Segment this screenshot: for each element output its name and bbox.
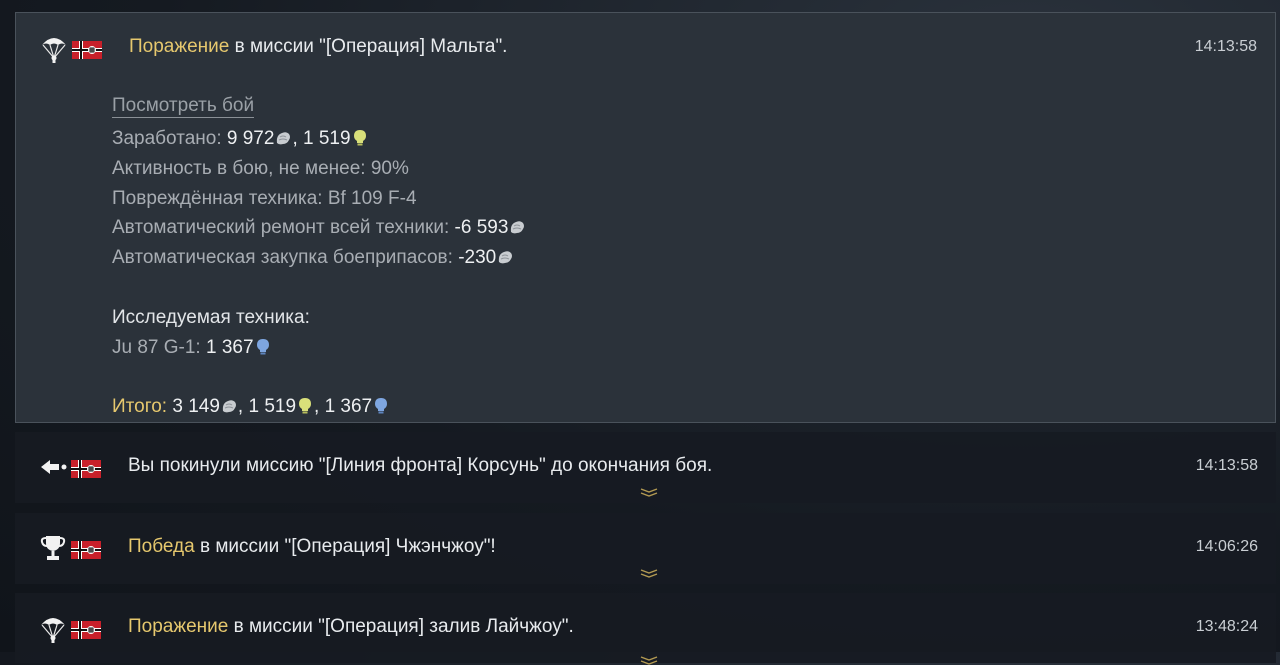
entry-icons	[39, 452, 103, 482]
silver-lions-icon	[508, 218, 526, 236]
trophy-icon	[39, 533, 67, 563]
convertible-research-icon	[254, 338, 272, 356]
mission-text: в миссии "[Операция] Мальта".	[229, 36, 508, 57]
entry-header[interactable]: Поражение в миссии "[Операция] Мальта". …	[16, 13, 1275, 83]
earned-rp: 1 519	[303, 128, 351, 149]
entry-icons	[39, 533, 103, 563]
expand-chevron-icon[interactable]	[638, 487, 660, 497]
germany-flag-icon	[71, 541, 101, 559]
research-points-icon	[296, 397, 314, 415]
parachute-icon	[40, 33, 68, 63]
entry-details: Посмотреть бой Заработано: 9 972, 1 519 …	[112, 91, 526, 422]
entry-header[interactable]: Поражение в миссии "[Операция] залив Лай…	[15, 593, 1276, 663]
research-line: Ju 87 G-1: 1 367	[112, 333, 526, 363]
research-vehicle: Ju 87 G-1:	[112, 336, 206, 358]
germany-flag-icon	[71, 460, 101, 478]
battle-log-entry[interactable]: Победа в миссии "[Операция] Чжэнчжоу"! 1…	[15, 513, 1276, 584]
earned-silver: 9 972	[226, 128, 275, 149]
entry-title: Поражение в миссии "[Операция] залив Лай…	[128, 616, 574, 638]
ammo-label: Автоматическая закупка боеприпасов:	[112, 247, 459, 269]
entry-title: Поражение в миссии "[Операция] Мальта".	[129, 36, 507, 58]
research-title: Исследуемая техника:	[112, 306, 310, 328]
entry-title: Победа в миссии "[Операция] Чжэнчжоу"!	[128, 536, 496, 558]
research-value: 1 367	[206, 336, 254, 358]
entry-time: 13:48:24	[1195, 618, 1258, 635]
parachute-icon	[39, 613, 67, 643]
battle-log-entry[interactable]: Поражение в миссии "[Операция] залив Лай…	[15, 593, 1276, 663]
battle-log-entry[interactable]: Вы покинули миссию "[Линия фронта] Корсу…	[15, 432, 1276, 503]
leave-arrow-icon	[39, 452, 67, 482]
mission-text: Вы покинули миссию "[Линия фронта] Корсу…	[128, 455, 713, 476]
ammo-value: -230	[458, 247, 497, 269]
repair-value: -6 593	[454, 217, 509, 239]
total-sep1: ,	[237, 396, 249, 418]
entry-time: 14:13:58	[1195, 457, 1258, 474]
repair-label: Автоматический ремонт всей техники:	[112, 217, 455, 239]
research-points-icon	[351, 129, 369, 147]
activity-line: Активность в бою, не менее: 90%	[112, 157, 409, 179]
total-label: Итого:	[112, 396, 173, 418]
convertible-research-icon	[372, 397, 390, 415]
entry-time: 14:06:26	[1195, 538, 1258, 555]
silver-lions-icon	[220, 397, 238, 415]
silver-lions-icon	[496, 248, 514, 266]
germany-flag-icon	[71, 621, 101, 639]
entry-title: Вы покинули миссию "[Линия фронта] Корсу…	[128, 455, 712, 477]
repair-line: Автоматический ремонт всей техники: -6 5…	[112, 213, 526, 243]
germany-flag-icon	[72, 41, 102, 59]
entry-icons	[39, 613, 103, 643]
earned-label: Заработано:	[112, 128, 227, 149]
expand-chevron-icon[interactable]	[638, 568, 660, 578]
result-label: Поражение	[129, 36, 230, 57]
mission-text: в миссии "[Операция] залив Лайчжоу".	[228, 616, 574, 637]
entry-icons	[40, 33, 104, 63]
total-crp: 1 367	[324, 396, 373, 418]
silver-lions-icon	[274, 129, 292, 147]
total-line: Итого: 3 149, 1 519, 1 367	[112, 392, 526, 422]
result-label: Победа	[128, 536, 195, 557]
result-label: Поражение	[128, 616, 229, 637]
entry-time: 14:13:58	[1194, 38, 1257, 55]
view-battle-link[interactable]: Посмотреть бой	[112, 95, 255, 118]
mission-text: в миссии "[Операция] Чжэнчжоу"!	[194, 536, 496, 557]
total-rp: 1 519	[248, 396, 297, 418]
earned-sep: ,	[292, 128, 303, 149]
battle-log-entry-expanded[interactable]: Поражение в миссии "[Операция] Мальта". …	[15, 12, 1276, 423]
damaged-vehicle-line: Повреждённая техника: Bf 109 F-4	[112, 187, 417, 209]
earned-line: Заработано: 9 972, 1 519	[112, 124, 526, 154]
ammo-line: Автоматическая закупка боеприпасов: -230	[112, 243, 526, 273]
total-sep2: ,	[314, 396, 325, 418]
total-silver: 3 149	[172, 396, 220, 418]
expand-chevron-icon[interactable]	[638, 655, 660, 665]
